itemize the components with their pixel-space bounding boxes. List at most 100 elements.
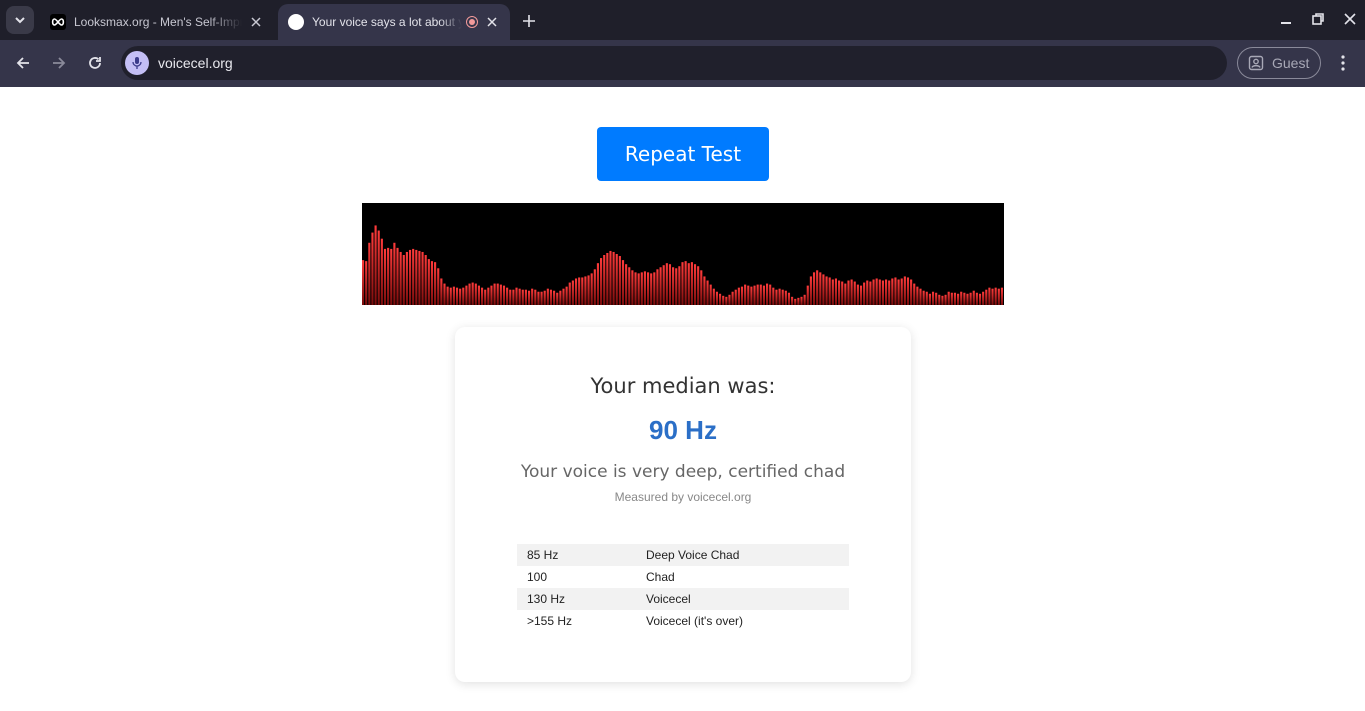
spectrum-bar — [991, 288, 994, 305]
spectrum-bar — [571, 280, 574, 305]
profile-button[interactable]: Guest — [1237, 47, 1321, 79]
spectrum-bar — [665, 263, 668, 305]
close-icon[interactable] — [484, 14, 500, 30]
spectrum-bar — [656, 269, 659, 305]
forward-button[interactable] — [46, 50, 72, 76]
spectrum-bar — [982, 291, 985, 305]
spectrum-bar — [631, 270, 634, 305]
spectrum-bar — [885, 279, 888, 305]
restore-button[interactable] — [1307, 8, 1329, 30]
browser-toolbar: voicecel.org Guest — [0, 40, 1365, 87]
chevron-down-icon — [15, 17, 25, 24]
spectrum-bar — [424, 255, 427, 305]
tab-voicecel[interactable]: Your voice says a lot about you — [278, 4, 510, 40]
tab-looksmax[interactable]: Looksmax.org - Men's Self-Improvement — [40, 4, 274, 40]
spectrum-bar — [913, 283, 916, 305]
label-cell: Voicecel (it's over) — [646, 614, 743, 628]
spectrum-bar — [678, 266, 681, 305]
spectrum-bar — [693, 264, 697, 305]
spectrum-bar — [869, 281, 872, 305]
spectrum-bar — [565, 286, 568, 305]
spectrum-bar — [596, 263, 600, 305]
table-row: 130 Hz Voicecel — [517, 588, 849, 610]
url-text[interactable]: voicecel.org — [158, 55, 233, 71]
spectrum-bar — [440, 278, 443, 305]
tab-title: Your voice says a lot about you — [312, 15, 462, 29]
spectrum-bar — [621, 260, 625, 305]
spectrum-bar — [581, 277, 584, 305]
spectrum-bar — [875, 278, 878, 305]
spectrum-bar — [966, 293, 969, 305]
spectrum-bar — [822, 274, 825, 305]
more-menu-button[interactable] — [1333, 52, 1353, 74]
spectrum-bar — [834, 278, 838, 305]
spectrum-bar — [756, 284, 759, 305]
pitch-cell: 100 — [527, 570, 548, 584]
spectrum-bar — [891, 278, 894, 305]
spectrum-bar — [681, 262, 684, 305]
arrow-right-icon — [53, 57, 66, 69]
spectrum-bar — [994, 287, 997, 305]
spectrum-bar — [506, 287, 509, 305]
spectrum-bar — [430, 261, 434, 305]
new-tab-button[interactable] — [518, 10, 540, 32]
spectrum-bar — [402, 255, 405, 305]
spectrum-bar — [787, 292, 791, 305]
minimize-button[interactable] — [1275, 8, 1297, 30]
verdict-text: Your voice is very deep, certified chad — [520, 462, 846, 482]
spectrum-bar — [988, 287, 991, 305]
label-cell: Voicecel — [636, 588, 849, 610]
spectrum-bar — [703, 276, 706, 305]
spectrum-bar — [487, 287, 490, 305]
spectrum-bar — [928, 293, 931, 305]
spectrum-bar — [374, 225, 377, 305]
spectrum-bar — [734, 289, 737, 305]
reload-button[interactable] — [82, 50, 108, 76]
spectrum-bar — [715, 291, 719, 305]
spectrum-bar — [740, 286, 744, 305]
spectrum-bar — [960, 291, 963, 305]
tab-search-button[interactable] — [6, 6, 34, 34]
address-bar[interactable]: voicecel.org — [121, 46, 1227, 80]
spectrum-bar — [684, 261, 687, 305]
infinity-icon — [50, 14, 66, 30]
spectrum-bar — [975, 292, 978, 305]
spectrum-bar — [784, 290, 787, 305]
spectrum-bar — [772, 287, 775, 305]
spectrum-bar — [549, 289, 553, 305]
spectrum-bar — [499, 284, 502, 305]
repeat-test-button[interactable]: Repeat Test — [597, 127, 769, 181]
spectrum-bar — [947, 291, 950, 305]
spectrum-bar — [587, 275, 590, 305]
spectrum-bar — [383, 248, 387, 305]
spectrum-bar — [841, 281, 844, 305]
spectrum-bar — [985, 289, 988, 305]
spectrum-bar — [390, 248, 393, 305]
back-button[interactable] — [10, 50, 36, 76]
spectrum-bar — [700, 270, 703, 305]
spectrum-bar — [935, 292, 938, 305]
pitch-reference-table: 85 Hz Deep Voice Chad 100 Chad 130 Hz Vo… — [517, 544, 849, 632]
spectrum-bar — [797, 297, 800, 305]
spectrum-bar — [794, 298, 797, 305]
spectrum-bar — [443, 283, 446, 305]
spectrum-bar — [603, 255, 606, 305]
microphone-icon[interactable] — [125, 51, 149, 75]
close-icon[interactable] — [248, 14, 264, 30]
spectrum-bar — [969, 292, 972, 305]
measured-by-text: Measured by voicecel.org — [614, 490, 752, 504]
table-row: 100 Chad — [517, 566, 849, 588]
spectrum-bar — [646, 272, 650, 305]
spectrum-bar — [524, 289, 527, 305]
spectrum-bar — [387, 247, 390, 305]
plus-icon — [523, 15, 535, 27]
spectrum-bar — [925, 291, 928, 305]
spectrum-bar — [393, 242, 396, 305]
spectrum-bar — [659, 267, 662, 305]
spectrum-bar — [687, 263, 690, 305]
spectrum-bar — [515, 287, 518, 305]
spectrum-bar — [634, 272, 637, 305]
spectrum-bar — [543, 290, 546, 305]
spectrum-bar — [916, 286, 919, 305]
close-window-button[interactable] — [1339, 8, 1361, 30]
